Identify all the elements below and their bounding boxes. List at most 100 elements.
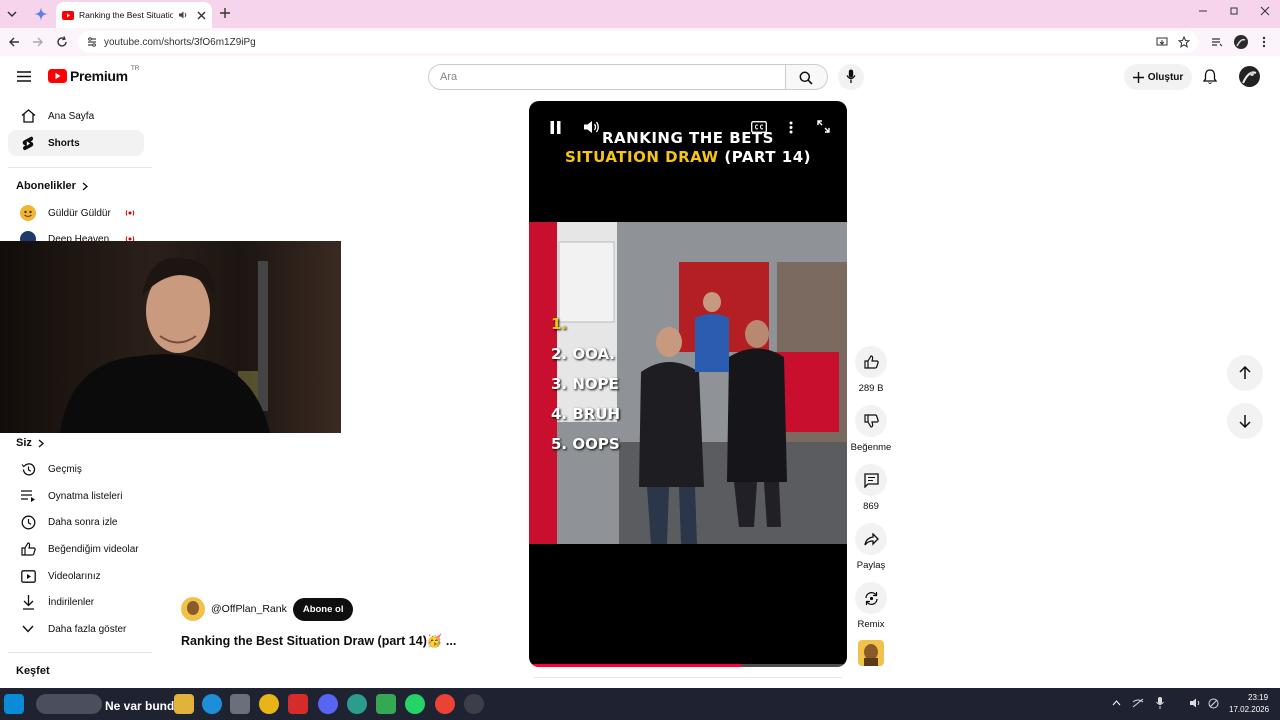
remix-action[interactable]: Remix: [848, 582, 894, 630]
remix-label: Remix: [857, 619, 885, 630]
channel-avatar[interactable]: [181, 597, 205, 621]
subscriptions-heading[interactable]: Abonelikler: [16, 180, 88, 192]
sidebar-item-playlists[interactable]: Oynatma listeleri: [8, 483, 144, 509]
notifications-bell-icon[interactable]: [1203, 69, 1217, 85]
like-action[interactable]: 289 B: [848, 346, 894, 394]
start-icon[interactable]: [4, 694, 24, 714]
sidebar-item-history[interactable]: Geçmiş: [8, 456, 144, 482]
hamburger-menu-icon[interactable]: [17, 71, 31, 82]
video-progress-bar[interactable]: [529, 664, 847, 667]
live-indicator-icon: [124, 209, 136, 217]
new-tab-icon[interactable]: [219, 7, 231, 19]
bookmark-star-icon[interactable]: [1178, 36, 1190, 48]
voice-search-button[interactable]: [838, 64, 864, 90]
next-short-button[interactable]: [1227, 403, 1263, 439]
profile-avatar-icon[interactable]: [1234, 35, 1248, 49]
reading-list-icon[interactable]: [1211, 36, 1223, 48]
browser-tab[interactable]: Ranking the Best Situation: [56, 2, 212, 28]
sidebar-item-home[interactable]: Ana Sayfa: [8, 103, 144, 129]
share-action[interactable]: Paylaş: [848, 523, 894, 571]
install-app-icon[interactable]: [1156, 36, 1168, 48]
discord-icon[interactable]: [318, 694, 338, 714]
tray-volume-icon[interactable]: [1190, 698, 1202, 708]
sound-thumbnail[interactable]: [858, 640, 884, 666]
shorts-video-player[interactable]: RANKING THE BETS SITUATION DRAW (PART 14…: [529, 101, 847, 667]
tab-close-icon[interactable]: [197, 11, 206, 20]
rank-line-1: 1.: [551, 315, 568, 333]
comments-button[interactable]: [855, 464, 887, 496]
url-text: youtube.com/shorts/3fO6m1Z9iPg: [104, 36, 256, 48]
sidebar-item-downloads[interactable]: İndirilenler: [8, 589, 144, 615]
region-badge: TR: [130, 64, 140, 72]
sidebar-divider: [8, 167, 152, 168]
previous-short-button[interactable]: [1227, 355, 1263, 391]
reload-icon[interactable]: [56, 36, 68, 48]
url-field[interactable]: youtube.com/shorts/3fO6m1Z9iPg: [78, 31, 1198, 53]
taskbar-search-icon[interactable]: [36, 694, 102, 714]
video-overlay-title-part: (PART 14): [724, 148, 811, 166]
sidebar-item-your-videos[interactable]: Videolarınız: [8, 563, 144, 589]
file-explorer-icon[interactable]: [174, 694, 194, 714]
chevron-right-icon: [38, 439, 44, 448]
subscribe-button[interactable]: Abone ol: [292, 597, 354, 621]
sidebar-item-show-more[interactable]: Daha fazla göster: [8, 616, 144, 642]
remix-button[interactable]: [855, 582, 887, 614]
you-heading[interactable]: Siz: [16, 437, 44, 449]
google-drive-icon[interactable]: [376, 694, 396, 714]
dislike-label: Beğenme: [850, 442, 892, 453]
sidebar-item-shorts[interactable]: Shorts: [8, 130, 144, 156]
dislike-button[interactable]: [855, 405, 887, 437]
app-l-icon[interactable]: [288, 694, 308, 714]
subscription-item[interactable]: Güldür Güldür: [8, 200, 144, 226]
browser-menu-icon[interactable]: [1262, 36, 1266, 48]
dislike-action[interactable]: Beğenme: [848, 405, 894, 453]
youtube-favicon-icon: [62, 10, 74, 20]
restore-icon[interactable]: [1229, 6, 1239, 16]
tray-chevron-icon[interactable]: [1112, 700, 1121, 706]
forward-icon[interactable]: [32, 36, 44, 48]
below-video-divider: [534, 677, 842, 678]
history-icon: [8, 462, 48, 477]
chrome-icon[interactable]: [259, 694, 279, 714]
sidebar-item-liked-videos[interactable]: Beğendiğim videolar: [8, 536, 144, 562]
thumbs-up-icon: [863, 355, 879, 369]
chrome-alt-icon[interactable]: [435, 694, 455, 714]
plus-icon: [1132, 71, 1144, 83]
create-label: Oluştur: [1147, 71, 1184, 83]
search-placeholder: Ara: [440, 71, 458, 83]
arrow-up-icon: [1239, 366, 1251, 380]
site-info-icon[interactable]: [86, 36, 98, 48]
whatsapp-icon[interactable]: [405, 694, 425, 714]
store-icon[interactable]: [230, 694, 250, 714]
edge-icon[interactable]: [202, 694, 222, 714]
chrome-profile-icon[interactable]: [347, 694, 367, 714]
tray-network-icon[interactable]: [1132, 698, 1144, 708]
video-title[interactable]: Ranking the Best Situation Draw (part 14…: [181, 634, 456, 649]
explore-heading-label: Keşfet: [16, 665, 50, 677]
share-button[interactable]: [855, 523, 887, 555]
back-icon[interactable]: [8, 36, 20, 48]
tab-audio-icon[interactable]: [178, 10, 188, 20]
account-avatar[interactable]: [1239, 66, 1260, 87]
tray-settings-icon[interactable]: [1208, 698, 1219, 709]
tab-list-chevron-icon[interactable]: [6, 8, 18, 20]
minimize-icon[interactable]: [1198, 6, 1208, 16]
clock-date[interactable]: 17.02.2026: [1229, 705, 1269, 714]
steam-icon[interactable]: [464, 694, 484, 714]
search-input[interactable]: Ara: [428, 64, 786, 90]
like-button[interactable]: [855, 346, 887, 378]
sidebar-item-label: Daha fazla göster: [48, 623, 127, 635]
sidebar-item-watch-later[interactable]: Daha sonra izle: [8, 509, 144, 535]
chevron-right-icon: [82, 182, 88, 191]
rank-line-3: 3. NOPE: [551, 375, 619, 393]
comments-action[interactable]: 869: [848, 464, 894, 512]
gemini-sparkle-icon[interactable]: [34, 7, 48, 21]
sidebar-divider: [8, 652, 152, 653]
close-window-icon[interactable]: [1260, 6, 1270, 16]
tray-mic-icon[interactable]: [1156, 697, 1164, 709]
create-button[interactable]: Oluştur: [1124, 64, 1192, 90]
channel-handle[interactable]: @OffPlan_Rank: [211, 603, 287, 615]
search-button[interactable]: [786, 64, 828, 90]
clock-time[interactable]: 23:19: [1248, 693, 1268, 702]
youtube-premium-logo[interactable]: Premium TR: [48, 64, 140, 84]
